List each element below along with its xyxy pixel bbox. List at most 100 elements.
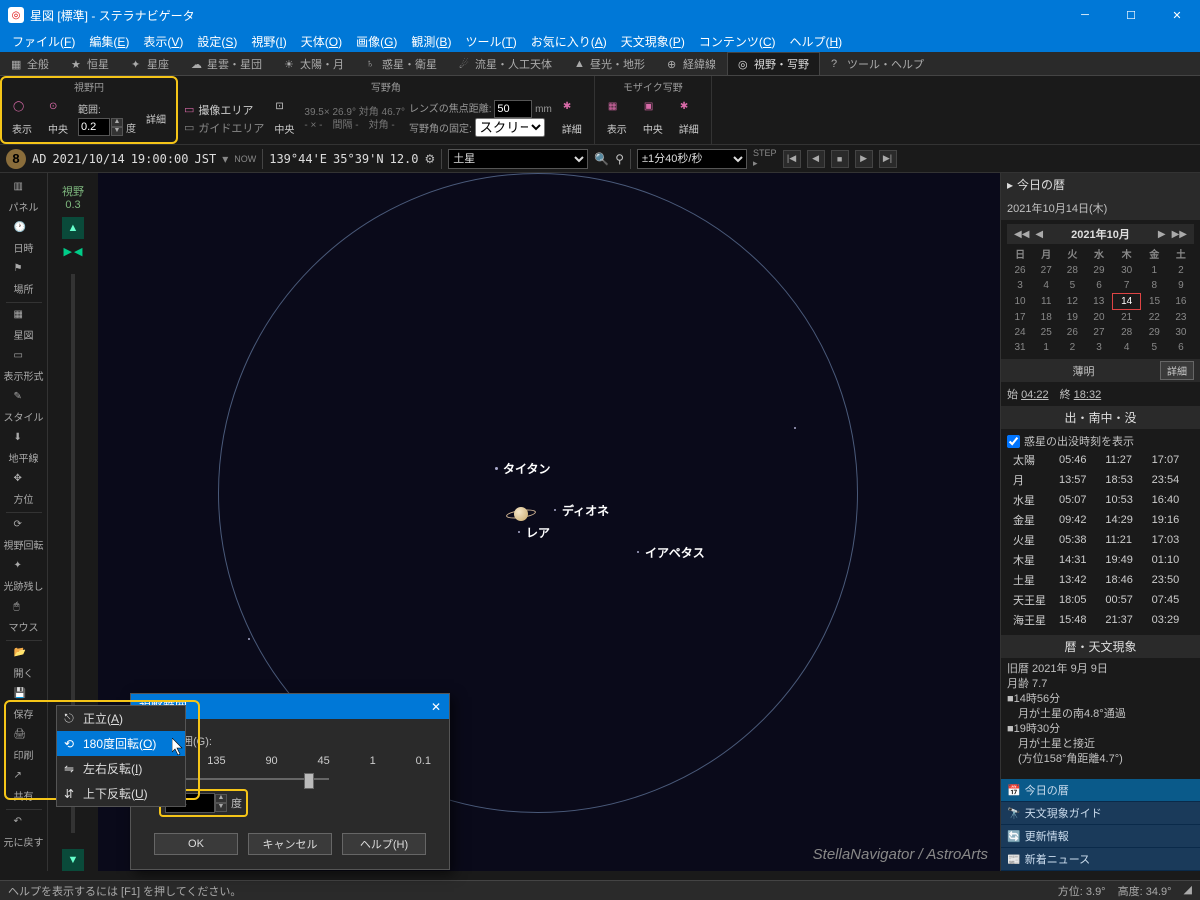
tab-8[interactable]: ⊕経緯線 xyxy=(656,52,727,75)
imaging-area-toggle[interactable]: ▭ 撮像エリア xyxy=(184,102,264,118)
dialog-help-button[interactable]: ヘルプ(H) xyxy=(342,833,426,855)
rotation-menu-item-0[interactable]: ⎋正立(A) xyxy=(57,706,185,731)
rotation-menu-item-3[interactable]: ⇵上下反転(U) xyxy=(57,781,185,806)
watermark: StellaNavigator / AstroArts xyxy=(813,846,988,863)
moon-dione[interactable] xyxy=(554,509,556,511)
menu-コンテンツ[interactable]: コンテンツ(C) xyxy=(693,31,782,52)
fov-show-button[interactable]: ◯表示 xyxy=(6,97,38,140)
titlebar: ◎ 星図 [標準] - ステラナビゲータ ─ ☐ ✕ xyxy=(0,0,1200,30)
info-panel-2[interactable]: 🔄更新情報 xyxy=(1001,825,1200,848)
left-tool-マウス[interactable]: 🖱マウス xyxy=(2,597,46,638)
calendar: ◀◀◀ 2021年10月 ▶▶▶ 日月火水木金土2627282930123456… xyxy=(1007,224,1194,355)
dialog-close-button[interactable]: ✕ xyxy=(431,700,441,714)
twilight-detail-button[interactable]: 詳細 xyxy=(1160,361,1194,380)
fast-forward-button[interactable]: ▶| xyxy=(879,150,897,168)
fov-range-spinner[interactable]: ▲▼ xyxy=(111,118,123,136)
fov-center-button[interactable]: ⊙中央 xyxy=(42,97,74,140)
tab-3[interactable]: ☁星雲・星団 xyxy=(180,52,273,75)
left-tool-表示形式[interactable]: ▭表示形式 xyxy=(2,346,46,387)
fov-dialog-spinner[interactable]: ▲▼ xyxy=(215,794,227,812)
left-tool-視野回転[interactable]: ⟳視野回転 xyxy=(2,515,46,556)
era-icon[interactable]: 8 xyxy=(6,149,26,169)
guide-area-toggle[interactable]: ▭ ガイドエリア xyxy=(184,120,264,136)
tab-2[interactable]: ✦星座 xyxy=(120,52,180,75)
mosaic-center-button[interactable]: ▣中央 xyxy=(637,97,669,140)
menu-お気に入り[interactable]: お気に入り(A) xyxy=(525,31,613,52)
group-shoot-angle: 写野角 ▭ 撮像エリア ▭ ガイドエリア ⊡中央 39.5× 26.9° 対角 … xyxy=(178,76,595,144)
shoot-center-button[interactable]: ⊡中央 xyxy=(268,97,300,140)
tab-5[interactable]: ♄惑星・衛星 xyxy=(355,52,448,75)
saturn-planet[interactable] xyxy=(506,507,536,521)
rotation-menu-item-1[interactable]: ⟲180度回転(O) xyxy=(57,731,185,756)
left-tool-星図[interactable]: ▦星図 xyxy=(2,305,46,346)
menu-観測[interactable]: 観測(B) xyxy=(405,31,457,52)
info-panel-0[interactable]: 📅今日の暦 xyxy=(1001,779,1200,802)
right-panel: ▸今日の暦 2021年10月14日(木) ◀◀◀ 2021年10月 ▶▶▶ 日月… xyxy=(1000,173,1200,871)
step-button[interactable]: STEP▸ xyxy=(753,148,777,169)
left-tool-場所[interactable]: ⚑場所 xyxy=(2,259,46,300)
left-tool-パネル[interactable]: ▥パネル xyxy=(2,177,46,218)
menu-ファイル[interactable]: ファイル(F) xyxy=(6,31,81,52)
menu-天体[interactable]: 天体(O) xyxy=(295,31,348,52)
play-button[interactable]: ▶ xyxy=(855,150,873,168)
zoom-in-button[interactable]: ▲ xyxy=(62,217,84,239)
group-fov-circle: 視野円 ◯表示 ⊙中央 範囲: ▲▼ 度 詳細 xyxy=(0,76,178,144)
left-tool-地平線[interactable]: ⬇地平線 xyxy=(2,428,46,469)
zoom-out-button[interactable]: ▼ xyxy=(62,849,84,871)
minimize-button[interactable]: ─ xyxy=(1062,0,1108,30)
maximize-button[interactable]: ☐ xyxy=(1108,0,1154,30)
search-icon[interactable]: 🔍 xyxy=(594,152,609,166)
mosaic-detail-button[interactable]: ✱詳細 xyxy=(673,97,705,140)
mosaic-show-button[interactable]: ▦表示 xyxy=(601,97,633,140)
menu-画像[interactable]: 画像(G) xyxy=(350,31,403,52)
moon-titan[interactable] xyxy=(495,467,498,470)
dialog-cancel-button[interactable]: キャンセル xyxy=(248,833,332,855)
tab-7[interactable]: ▲昼光・地形 xyxy=(563,52,656,75)
target-select[interactable]: 土星 xyxy=(448,149,588,169)
stop-button[interactable]: ■ xyxy=(831,150,849,168)
fov-range-input[interactable] xyxy=(78,118,110,136)
left-tool-スタイル[interactable]: ✎スタイル xyxy=(2,387,46,428)
fov-detail-button[interactable]: 詳細 xyxy=(140,107,172,130)
rotation-menu-item-2[interactable]: ⇋左右反転(I) xyxy=(57,756,185,781)
menu-ツール[interactable]: ツール(T) xyxy=(459,31,522,52)
tab-6[interactable]: ☄流星・人工天体 xyxy=(448,52,563,75)
now-button[interactable]: NOW xyxy=(234,154,256,164)
search-options-icon[interactable]: ⚲ xyxy=(615,152,624,166)
fix-mode-select[interactable]: スクリーン xyxy=(475,118,545,137)
location-icon[interactable]: ⚙ xyxy=(425,152,436,166)
show-planet-times-checkbox[interactable]: 惑星の出没時刻を表示 xyxy=(1007,433,1194,449)
moon-iapetus[interactable] xyxy=(637,551,639,553)
close-button[interactable]: ✕ xyxy=(1154,0,1200,30)
tab-1[interactable]: ★恒星 xyxy=(60,52,120,75)
cal-prev-month[interactable]: ◀ xyxy=(1032,229,1046,240)
left-tool-開く[interactable]: 📂開く xyxy=(2,643,46,684)
menu-編集[interactable]: 編集(E) xyxy=(83,31,135,52)
dialog-ok-button[interactable]: OK xyxy=(154,833,238,855)
moon-rhea[interactable] xyxy=(518,531,520,533)
left-tool-方位[interactable]: ✥方位 xyxy=(2,469,46,510)
info-panel-3[interactable]: 📰新着ニュース xyxy=(1001,848,1200,871)
speed-select[interactable]: ±1分40秒/秒 xyxy=(637,149,747,169)
shoot-detail-button[interactable]: ✱詳細 xyxy=(556,97,588,140)
left-tool-光跡残し[interactable]: ✦光跡残し xyxy=(2,556,46,597)
focal-length-input[interactable] xyxy=(494,100,532,118)
tab-4[interactable]: ☀太陽・月 xyxy=(273,52,355,75)
resize-grip[interactable]: ◢ xyxy=(1184,883,1192,899)
cal-next-year[interactable]: ▶▶ xyxy=(1169,229,1190,240)
tab-0[interactable]: ▦全般 xyxy=(0,52,60,75)
tab-10[interactable]: ?ツール・ヘルプ xyxy=(820,52,935,75)
menu-ヘルプ[interactable]: ヘルプ(H) xyxy=(783,31,848,52)
info-panel-1[interactable]: 🔭天文現象ガイド xyxy=(1001,802,1200,825)
cal-next-month[interactable]: ▶ xyxy=(1155,229,1169,240)
cal-prev-year[interactable]: ◀◀ xyxy=(1011,229,1032,240)
menu-天文現象[interactable]: 天文現象(P) xyxy=(615,31,691,52)
menu-視野[interactable]: 視野(I) xyxy=(245,31,292,52)
left-tool-日時[interactable]: 🕐日時 xyxy=(2,218,46,259)
left-tool-元に戻す[interactable]: ↶元に戻す xyxy=(2,812,46,853)
step-back-button[interactable]: ◀ xyxy=(807,150,825,168)
tab-9[interactable]: ◎視野・写野 xyxy=(727,52,820,75)
menu-設定[interactable]: 設定(S) xyxy=(191,31,243,52)
rewind-button[interactable]: |◀ xyxy=(783,150,801,168)
menu-表示[interactable]: 表示(V) xyxy=(137,31,189,52)
